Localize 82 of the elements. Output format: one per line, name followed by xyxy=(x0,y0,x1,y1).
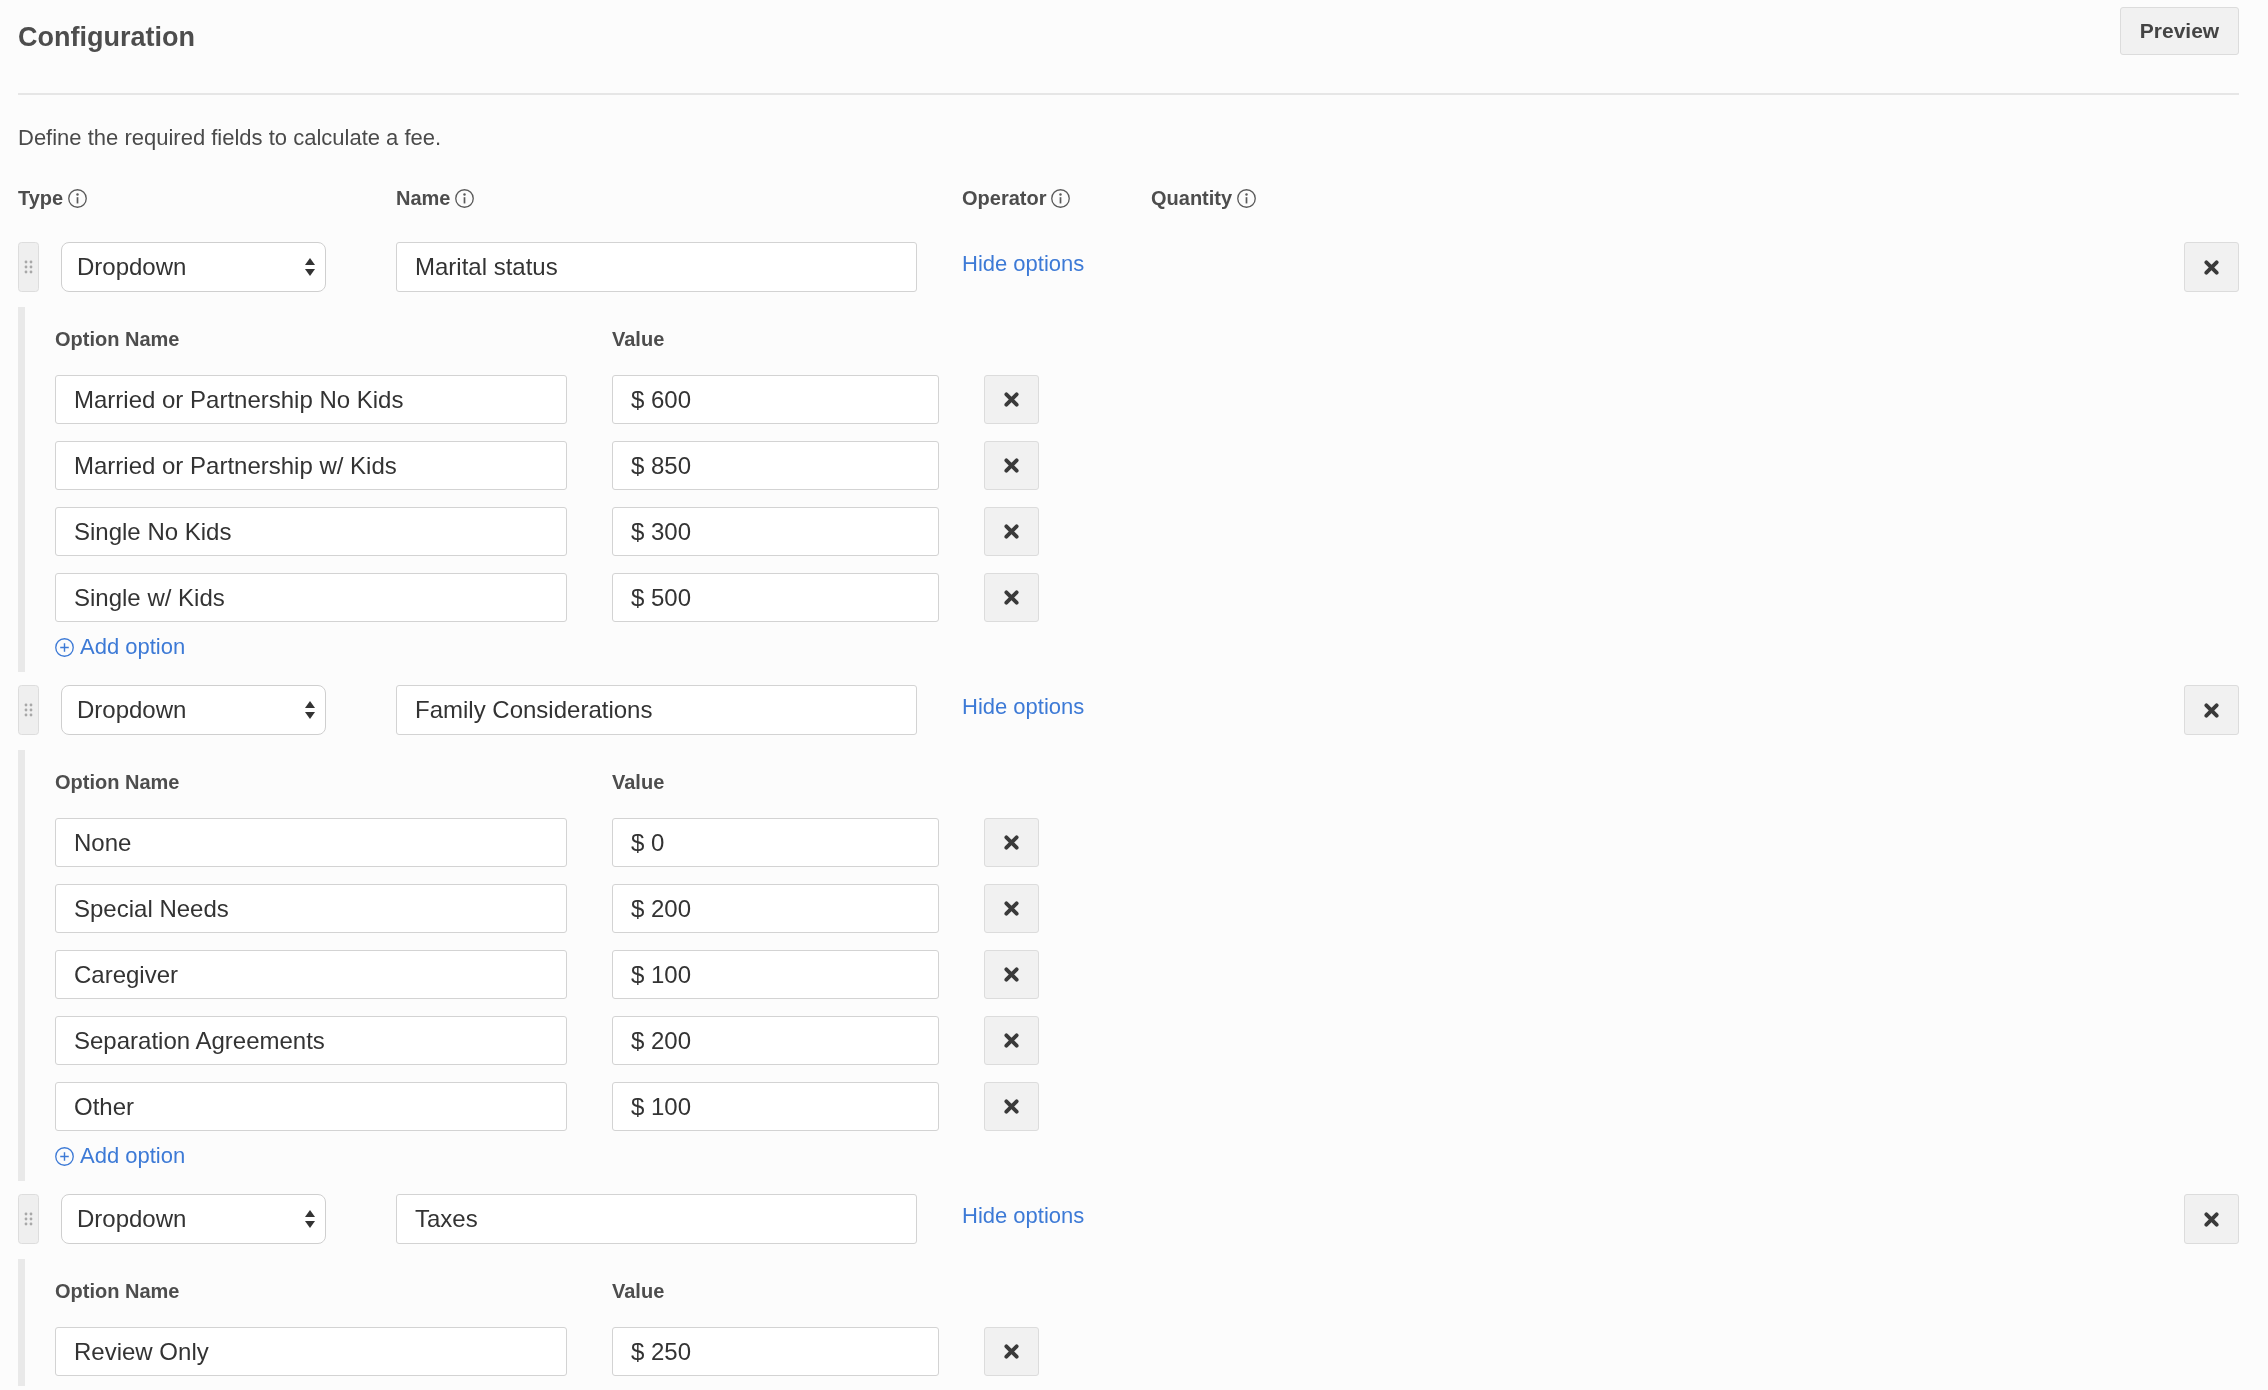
close-icon xyxy=(1004,392,1019,407)
option-value-input[interactable]: $ 100 xyxy=(612,1082,939,1131)
up-down-caret-icon xyxy=(305,701,315,719)
hide-options-link[interactable]: Hide options xyxy=(962,251,1085,277)
info-icon xyxy=(1237,188,1257,208)
plus-circle-icon xyxy=(55,1146,74,1166)
option-value-input[interactable]: $ 200 xyxy=(612,884,939,933)
drag-handle-icon[interactable] xyxy=(18,685,39,735)
type-select[interactable]: Dropdown xyxy=(61,1194,326,1244)
column-header: Operator xyxy=(962,186,1047,211)
option-value-input[interactable]: $ 200 xyxy=(612,1016,939,1065)
hide-options-link[interactable]: Hide options xyxy=(962,694,1085,720)
plus-circle-icon xyxy=(55,637,74,657)
info-icon xyxy=(455,188,475,208)
column-header: Quantity xyxy=(1151,186,1233,211)
option-value-input[interactable]: $ 0 xyxy=(612,818,939,867)
name-input[interactable]: Taxes xyxy=(396,1194,917,1244)
column-header: Value xyxy=(612,327,666,352)
remove-button[interactable] xyxy=(984,884,1039,933)
column-header: Value xyxy=(612,770,666,795)
option-value-input[interactable]: $ 100 xyxy=(612,950,939,999)
type-select[interactable]: Dropdown xyxy=(61,685,326,735)
up-down-caret-icon xyxy=(305,258,315,276)
info-icon xyxy=(1051,188,1071,208)
remove-button[interactable] xyxy=(984,818,1039,867)
preview-button[interactable]: Preview xyxy=(2120,7,2239,55)
drag-handle-icon[interactable] xyxy=(18,242,39,292)
remove-button[interactable] xyxy=(984,950,1039,999)
option-value-input[interactable]: $ 850 xyxy=(612,441,939,490)
remove-button[interactable] xyxy=(2184,242,2239,292)
option-name-input[interactable]: Single w/ Kids xyxy=(55,573,567,622)
option-name-input[interactable]: Caregiver xyxy=(55,950,567,999)
remove-button[interactable] xyxy=(984,1082,1039,1131)
up-down-caret-icon xyxy=(305,1210,315,1228)
remove-button[interactable] xyxy=(984,1327,1039,1376)
column-header: Value xyxy=(612,1279,666,1304)
option-name-input[interactable]: Other xyxy=(55,1082,567,1131)
drag-handle-icon[interactable] xyxy=(18,1194,39,1244)
remove-button[interactable] xyxy=(984,375,1039,424)
remove-button[interactable] xyxy=(984,441,1039,490)
close-icon xyxy=(1004,1033,1019,1048)
close-icon xyxy=(1004,1099,1019,1114)
hide-options-link[interactable]: Hide options xyxy=(962,1203,1085,1229)
column-header: Option Name xyxy=(55,770,181,795)
option-name-input[interactable]: Separation Agreements xyxy=(55,1016,567,1065)
description-text: Define the required fields to calculate a fee. xyxy=(18,124,443,152)
option-value-input[interactable]: $ 600 xyxy=(612,375,939,424)
close-icon xyxy=(1004,458,1019,473)
info-icon xyxy=(68,188,88,208)
remove-button[interactable] xyxy=(984,1016,1039,1065)
close-icon xyxy=(1004,967,1019,982)
page-title: Configuration xyxy=(18,21,195,54)
add-option-link[interactable]: Add option xyxy=(55,632,186,662)
column-header: Option Name xyxy=(55,1279,181,1304)
close-icon xyxy=(2204,1211,2219,1227)
close-icon xyxy=(2204,702,2219,718)
column-header: Type xyxy=(18,186,64,211)
option-value-input[interactable]: $ 300 xyxy=(612,507,939,556)
close-icon xyxy=(1004,1344,1019,1359)
close-icon xyxy=(1004,835,1019,850)
close-icon xyxy=(1004,901,1019,916)
remove-button[interactable] xyxy=(984,573,1039,622)
option-name-input[interactable]: Married or Partnership w/ Kids xyxy=(55,441,567,490)
remove-button[interactable] xyxy=(2184,1194,2239,1244)
name-input[interactable]: Marital status xyxy=(396,242,917,292)
option-name-input[interactable]: Review Only xyxy=(55,1327,567,1376)
close-icon xyxy=(2204,259,2219,275)
option-name-input[interactable]: Single No Kids xyxy=(55,507,567,556)
option-value-input[interactable]: $ 500 xyxy=(612,573,939,622)
close-icon xyxy=(1004,524,1019,539)
add-option-link[interactable]: Add option xyxy=(55,1141,186,1171)
option-name-input[interactable]: Special Needs xyxy=(55,884,567,933)
column-header: Name xyxy=(396,186,451,211)
remove-button[interactable] xyxy=(2184,685,2239,735)
close-icon xyxy=(1004,590,1019,605)
option-name-input[interactable]: None xyxy=(55,818,567,867)
option-name-input[interactable]: Married or Partnership No Kids xyxy=(55,375,567,424)
option-value-input[interactable]: $ 250 xyxy=(612,1327,939,1376)
name-input[interactable]: Family Considerations xyxy=(396,685,917,735)
column-header: Option Name xyxy=(55,327,181,352)
type-select[interactable]: Dropdown xyxy=(61,242,326,292)
remove-button[interactable] xyxy=(984,507,1039,556)
